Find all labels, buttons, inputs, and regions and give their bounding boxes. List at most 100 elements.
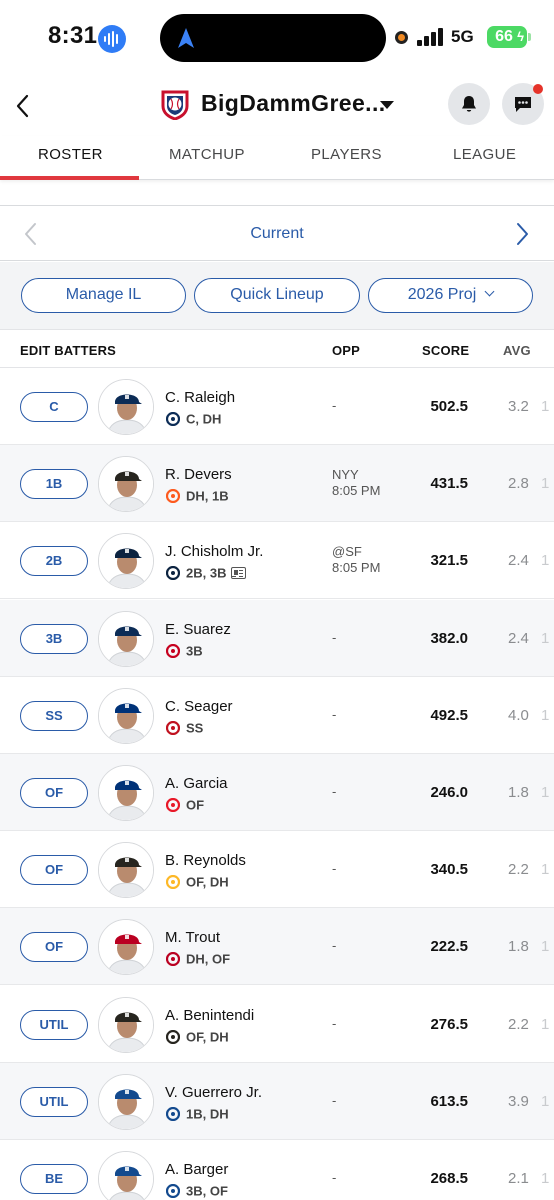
back-button[interactable] bbox=[12, 90, 36, 122]
player-avg: 2.2 bbox=[508, 861, 529, 878]
tab-matchup[interactable]: MATCHUP bbox=[169, 146, 245, 163]
edit-batters-header[interactable]: EDIT BATTERS bbox=[20, 343, 116, 358]
player-headshot[interactable] bbox=[98, 533, 154, 589]
player-headshot[interactable] bbox=[98, 765, 154, 821]
table-row: BE A. Barger 3B, OF - 268.5 2.1 1 bbox=[0, 1140, 554, 1200]
period-label[interactable]: Current bbox=[0, 225, 554, 243]
player-name[interactable]: V. Guerrero Jr. bbox=[165, 1084, 262, 1101]
lineup-slot-button[interactable]: 1B bbox=[20, 469, 88, 499]
table-row: C C. Raleigh C, DH - 502.5 3.2 1 bbox=[0, 368, 554, 445]
lineup-slot-button[interactable]: C bbox=[20, 392, 88, 422]
active-tab-indicator bbox=[0, 176, 139, 180]
player-avg: 4.0 bbox=[508, 707, 529, 724]
player-name[interactable]: R. Devers bbox=[165, 466, 232, 483]
player-meta: SS bbox=[166, 719, 203, 735]
player-meta: OF bbox=[166, 796, 204, 812]
lineup-slot-button[interactable]: OF bbox=[20, 778, 88, 808]
blue-jays-logo-icon bbox=[166, 1106, 180, 1121]
battery-icon: 66 ϟ bbox=[487, 26, 527, 48]
opp-header: OPP bbox=[332, 343, 361, 358]
white-sox-logo-icon bbox=[166, 1029, 180, 1044]
player-headshot[interactable] bbox=[98, 456, 154, 512]
manage-il-button[interactable]: Manage IL bbox=[21, 278, 186, 313]
table-row: UTIL V. Guerrero Jr. 1B, DH - 613.5 3.9 1 bbox=[0, 1063, 554, 1140]
table-row: 1B R. Devers DH, 1B NYY 8:05 PM 431.5 2.8 1 bbox=[0, 445, 554, 522]
player-avg: 3.9 bbox=[508, 1093, 529, 1110]
player-name[interactable]: M. Trout bbox=[165, 929, 220, 946]
player-name[interactable]: C. Seager bbox=[165, 698, 233, 715]
score-header[interactable]: SCORE bbox=[422, 343, 469, 358]
player-name[interactable]: A. Benintendi bbox=[165, 1007, 254, 1024]
player-avg: 1.8 bbox=[508, 784, 529, 801]
recording-dot-icon bbox=[395, 31, 408, 44]
player-headshot[interactable] bbox=[98, 379, 154, 435]
player-extra-stat: 1 bbox=[541, 630, 550, 647]
opponent-team: NYY bbox=[332, 467, 359, 482]
dropdown-caret-icon[interactable] bbox=[380, 101, 394, 109]
player-positions: 2B, 3B bbox=[186, 565, 227, 581]
blue-jays-logo-icon bbox=[166, 1183, 180, 1198]
tab-bar: ROSTER MATCHUP PLAYERS LEAGUE bbox=[0, 136, 554, 180]
player-score: 382.0 bbox=[430, 630, 468, 647]
rangers-logo-icon bbox=[166, 720, 180, 735]
lineup-slot-button[interactable]: 3B bbox=[20, 624, 88, 654]
table-row: SS C. Seager SS - 492.5 4.0 1 bbox=[0, 677, 554, 754]
player-meta: 3B, OF bbox=[166, 1182, 228, 1198]
player-avg: 2.1 bbox=[508, 1170, 529, 1187]
dynamic-island bbox=[160, 14, 386, 62]
pirates-logo-icon bbox=[166, 874, 180, 889]
projection-select[interactable]: 2026 Proj bbox=[368, 278, 533, 313]
player-headshot[interactable] bbox=[98, 611, 154, 667]
player-headshot[interactable] bbox=[98, 919, 154, 975]
notifications-button[interactable] bbox=[448, 83, 490, 125]
table-row: OF B. Reynolds OF, DH - 340.5 2.2 1 bbox=[0, 831, 554, 908]
lineup-slot-button[interactable]: UTIL bbox=[20, 1010, 88, 1040]
player-name[interactable]: E. Suarez bbox=[165, 621, 231, 638]
player-name[interactable]: C. Raleigh bbox=[165, 389, 235, 406]
yankees-logo-icon bbox=[166, 565, 180, 580]
player-avg: 2.2 bbox=[508, 1016, 529, 1033]
status-bar: 8:31 5G 66 ϟ bbox=[0, 0, 554, 76]
player-extra-stat: 1 bbox=[541, 861, 550, 878]
lineup-slot-button[interactable]: OF bbox=[20, 855, 88, 885]
tab-roster[interactable]: ROSTER bbox=[38, 146, 103, 163]
player-avg: 2.4 bbox=[508, 552, 529, 569]
player-headshot[interactable] bbox=[98, 842, 154, 898]
chat-icon bbox=[515, 97, 531, 112]
column-header: EDIT BATTERS OPP SCORE AVG bbox=[0, 330, 554, 368]
player-name[interactable]: B. Reynolds bbox=[165, 852, 246, 869]
player-meta: DH, 1B bbox=[166, 487, 229, 503]
tab-league[interactable]: LEAGUE bbox=[453, 146, 516, 163]
player-headshot[interactable] bbox=[98, 1074, 154, 1130]
player-score: 613.5 bbox=[430, 1093, 468, 1110]
lineup-slot-button[interactable]: SS bbox=[20, 701, 88, 731]
avg-header[interactable]: AVG bbox=[503, 343, 531, 358]
lineup-slot-button[interactable]: BE bbox=[20, 1164, 88, 1194]
signal-bars-icon bbox=[417, 28, 445, 46]
player-meta: 2B, 3B bbox=[166, 564, 247, 581]
navigation-arrow-icon bbox=[178, 28, 194, 48]
player-positions: C, DH bbox=[186, 411, 222, 427]
opponent: - bbox=[332, 861, 337, 876]
player-headshot[interactable] bbox=[98, 997, 154, 1053]
team-name[interactable]: BigDammGree... bbox=[201, 90, 386, 117]
news-icon[interactable] bbox=[231, 566, 247, 579]
opponent: - bbox=[332, 1170, 337, 1185]
lineup-slot-button[interactable]: 2B bbox=[20, 546, 88, 576]
tab-players[interactable]: PLAYERS bbox=[311, 146, 382, 163]
quick-lineup-button[interactable]: Quick Lineup bbox=[194, 278, 360, 313]
lineup-slot-button[interactable]: OF bbox=[20, 932, 88, 962]
player-name[interactable]: A. Garcia bbox=[165, 775, 228, 792]
player-headshot[interactable] bbox=[98, 1151, 154, 1200]
lineup-slot-button[interactable]: UTIL bbox=[20, 1087, 88, 1117]
opponent: - bbox=[332, 784, 337, 799]
player-headshot[interactable] bbox=[98, 688, 154, 744]
player-name[interactable]: A. Barger bbox=[165, 1161, 228, 1178]
player-avg: 2.8 bbox=[508, 475, 529, 492]
back-chevron-icon bbox=[16, 94, 29, 118]
next-period-chevron-icon[interactable] bbox=[513, 221, 531, 247]
phillies-logo-icon bbox=[166, 797, 180, 812]
player-name[interactable]: J. Chisholm Jr. bbox=[165, 543, 263, 560]
player-avg: 2.4 bbox=[508, 630, 529, 647]
bell-icon bbox=[462, 96, 476, 112]
